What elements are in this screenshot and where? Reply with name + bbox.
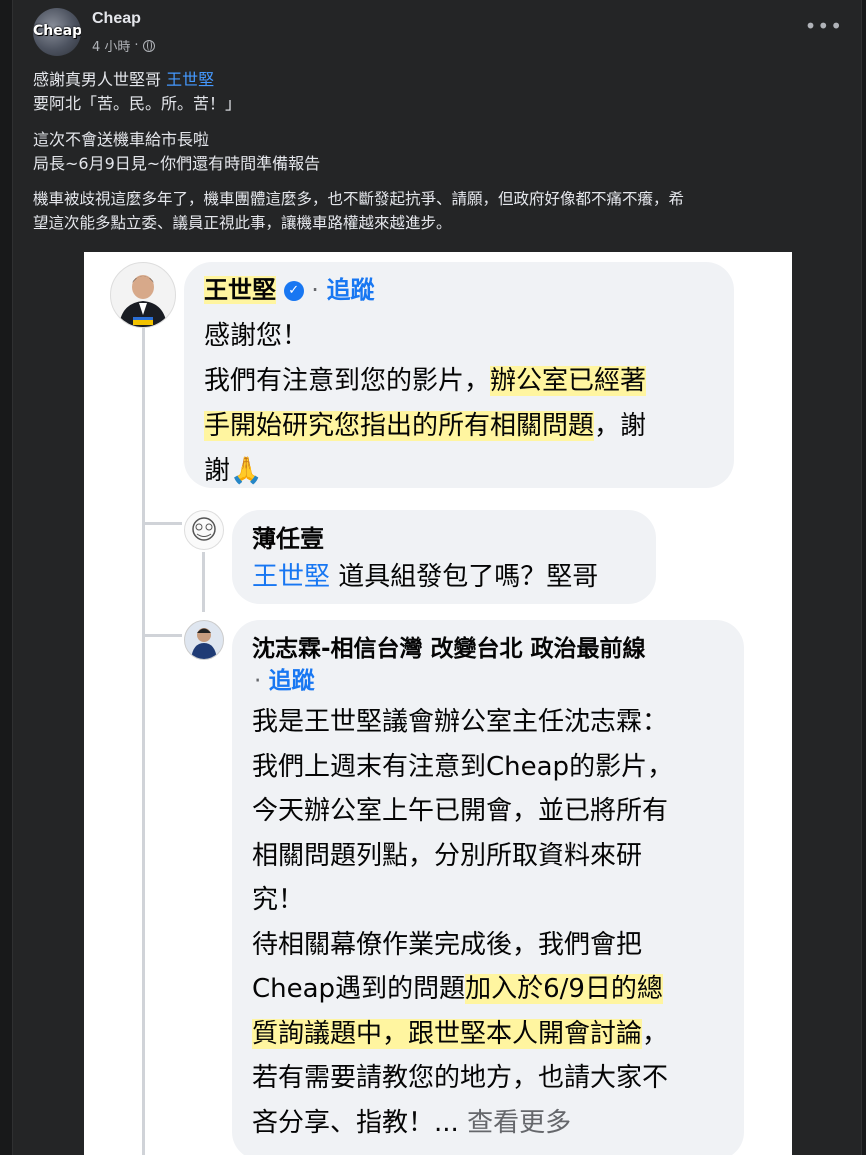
thread-line <box>142 324 145 1155</box>
comment-line: 手開始研究您指出的所有相關問題，謝 <box>204 404 724 449</box>
highlighted-text: 質詢議題中，跟世堅本人開會討論 <box>252 1018 643 1049</box>
thread-branch-2 <box>142 634 182 637</box>
highlighted-text: 手開始研究您指出的所有相關問題 <box>204 411 595 441</box>
reply-name[interactable]: 薄任壹 <box>252 524 324 554</box>
reply-line: 質詢議題中，跟世堅本人開會討論， <box>252 1012 742 1057</box>
comment-body: 感謝您！ 我們有注意到您的影片，辦公室已經著 手開始研究您指出的所有相關問題，謝… <box>204 314 724 494</box>
post-para-1: 機車被歧視這麼多年了，機車團體這麼多，也不斷發起抗爭、請願，但政府好像都不痛不癢… <box>33 190 685 208</box>
person-photo-icon <box>191 628 217 659</box>
reply-avatar[interactable] <box>184 620 224 660</box>
reply-body: 我是王世堅議會辦公室主任沈志霖： 我們上週末有注意到Cheap的影片， 今天辦公… <box>252 700 742 1145</box>
reply-line: 我們上週末有注意到Cheap的影片， <box>252 751 674 782</box>
reply-text: ， <box>642 1018 669 1049</box>
post-line-1-text: 感謝真男人世堅哥 <box>33 70 167 89</box>
meta-separator: · <box>134 38 139 53</box>
avatar-logo-text: Cheap <box>33 23 81 39</box>
post-time[interactable]: 4 小時 <box>92 36 130 55</box>
post-meta: 4 小時 · <box>92 36 155 55</box>
follow-separator: · <box>254 668 262 694</box>
highlighted-text: 加入於6/9日的總 <box>465 974 663 1004</box>
follow-button[interactable]: 追蹤 <box>269 668 315 694</box>
reply-bubble: 沈志霖-相信台灣 改變台北 政治最前線 · 追蹤 我是王世堅議會辦公室主任沈志霖… <box>232 620 744 1155</box>
post-author[interactable]: Cheap <box>92 10 141 28</box>
person-photo-icon <box>119 275 167 327</box>
mention-link[interactable]: 王世堅 <box>166 70 214 89</box>
post-line-2: 要阿北「苦。民。所。苦！」 <box>33 94 242 113</box>
post-line-3: 這次不會送機車給市長啦 <box>33 130 210 149</box>
more-options-icon[interactable]: ••• <box>805 14 843 38</box>
post-line-4: 局長~6月9日見~你們還有時間準備報告 <box>33 154 321 173</box>
comment-header: 王世堅 ✓ · 追蹤 <box>204 274 375 306</box>
post-para-2: 望這次能多點立委、議員正視此事，讓機車路權越來越進步。 <box>33 214 452 232</box>
reply-line: 吝分享、指教！... 查看更多 <box>252 1101 742 1146</box>
page-avatar[interactable]: Cheap <box>33 8 81 56</box>
reply-mention[interactable]: 王世堅 <box>252 562 330 592</box>
reply-text: Cheap遇到的問題 <box>252 974 466 1004</box>
follow-separator: · <box>311 276 319 304</box>
meme-face-icon <box>192 517 216 541</box>
reply-line: 若有需要請教您的地方，也請大家不 <box>252 1063 669 1093</box>
reply-line: Cheap遇到的問題加入於6/9日的總 <box>252 967 742 1012</box>
comment-line: 謝🙏 <box>204 456 263 486</box>
highlighted-text: 辦公室已經著 <box>490 366 647 396</box>
thread-branch-1 <box>142 522 182 525</box>
comment-text: 我們有注意到您的影片， <box>204 366 491 396</box>
post-image[interactable]: 王世堅 ✓ · 追蹤 感謝您！ 我們有注意到您的影片，辦公室已經著 手開始研究您… <box>84 252 792 1155</box>
thread-line-sub <box>202 552 205 612</box>
reply-text: 道具組發包了嗎？堅哥 <box>330 562 599 592</box>
reply-line: 相關問題列點，分別所取資料來研 <box>252 840 643 871</box>
reply-body: 王世堅 道具組發包了嗎？堅哥 <box>252 560 598 594</box>
commenter-avatar[interactable] <box>110 262 176 328</box>
comment-line: 我們有注意到您的影片，辦公室已經著 <box>204 359 724 404</box>
reply-line: 究！ <box>252 885 305 915</box>
reply-name[interactable]: 沈志霖-相信台灣 改變台北 政治最前線 <box>252 634 646 664</box>
reply-follow: · 追蹤 <box>254 666 315 696</box>
see-more-link[interactable]: 查看更多 <box>467 1108 571 1138</box>
reply-line: 待相關幕僚作業完成後，我們會把 <box>252 929 643 960</box>
comment-bubble: 王世堅 ✓ · 追蹤 感謝您！ 我們有注意到您的影片，辦公室已經著 手開始研究您… <box>184 262 734 488</box>
reply-line: 我是王世堅議會辦公室主任沈志霖： <box>252 707 669 737</box>
comment-line: 感謝您！ <box>204 321 309 351</box>
reply-text: 吝分享、指教！... <box>252 1107 468 1138</box>
follow-button[interactable]: 追蹤 <box>327 276 375 304</box>
verified-badge-icon: ✓ <box>283 281 304 301</box>
reply-bubble: 薄任壹 王世堅 道具組發包了嗎？堅哥 <box>232 510 656 604</box>
commenter-name[interactable]: 王世堅 <box>204 276 276 304</box>
post-line-1: 感謝真男人世堅哥 王世堅 <box>33 68 214 92</box>
reply-line: 今天辦公室上午已開會，並已將所有 <box>252 796 669 826</box>
globe-icon <box>142 39 155 52</box>
comment-text: ，謝 <box>594 411 647 441</box>
reply-avatar[interactable] <box>184 510 224 550</box>
